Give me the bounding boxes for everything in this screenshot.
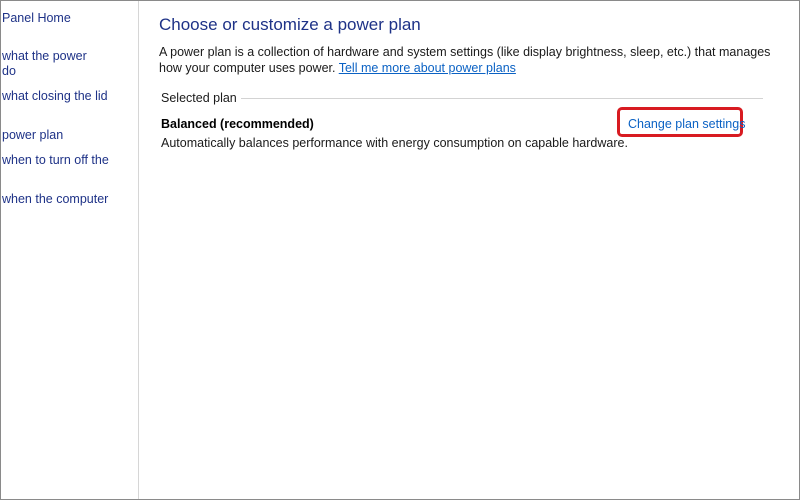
description-line-1: A power plan is a collection of hardware… xyxy=(159,45,771,59)
page-description: A power plan is a collection of hardware… xyxy=(159,44,779,76)
sidebar-item-computer-sleeps[interactable]: when the computer xyxy=(2,192,108,207)
control-panel-window: Panel Home what the power do what closin… xyxy=(0,0,800,500)
group-divider xyxy=(241,98,763,99)
page-title: Choose or customize a power plan xyxy=(159,15,421,34)
change-plan-settings-link[interactable]: Change plan settings xyxy=(628,117,745,131)
sidebar-item-power-buttons[interactable]: what the power xyxy=(2,49,87,64)
selected-plan-header: Selected plan xyxy=(161,91,237,105)
sidebar-item-closing-lid[interactable]: what closing the lid xyxy=(2,89,108,104)
learn-more-link[interactable]: Tell me more about power plans xyxy=(339,61,516,75)
sidebar-item-control-panel-home[interactable]: Panel Home xyxy=(2,11,71,26)
sidebar-item-power-buttons-cont[interactable]: do xyxy=(2,64,16,79)
plan-name: Balanced (recommended) xyxy=(161,117,314,131)
task-pane: Panel Home what the power do what closin… xyxy=(1,1,139,499)
sidebar-item-turn-off-display[interactable]: when to turn off the xyxy=(2,153,109,168)
description-line-2: how your computer uses power. xyxy=(159,61,336,75)
main-content: Choose or customize a power plan A power… xyxy=(159,1,799,499)
sidebar-item-create-power-plan[interactable]: power plan xyxy=(2,128,63,143)
plan-description: Automatically balances performance with … xyxy=(161,136,628,150)
